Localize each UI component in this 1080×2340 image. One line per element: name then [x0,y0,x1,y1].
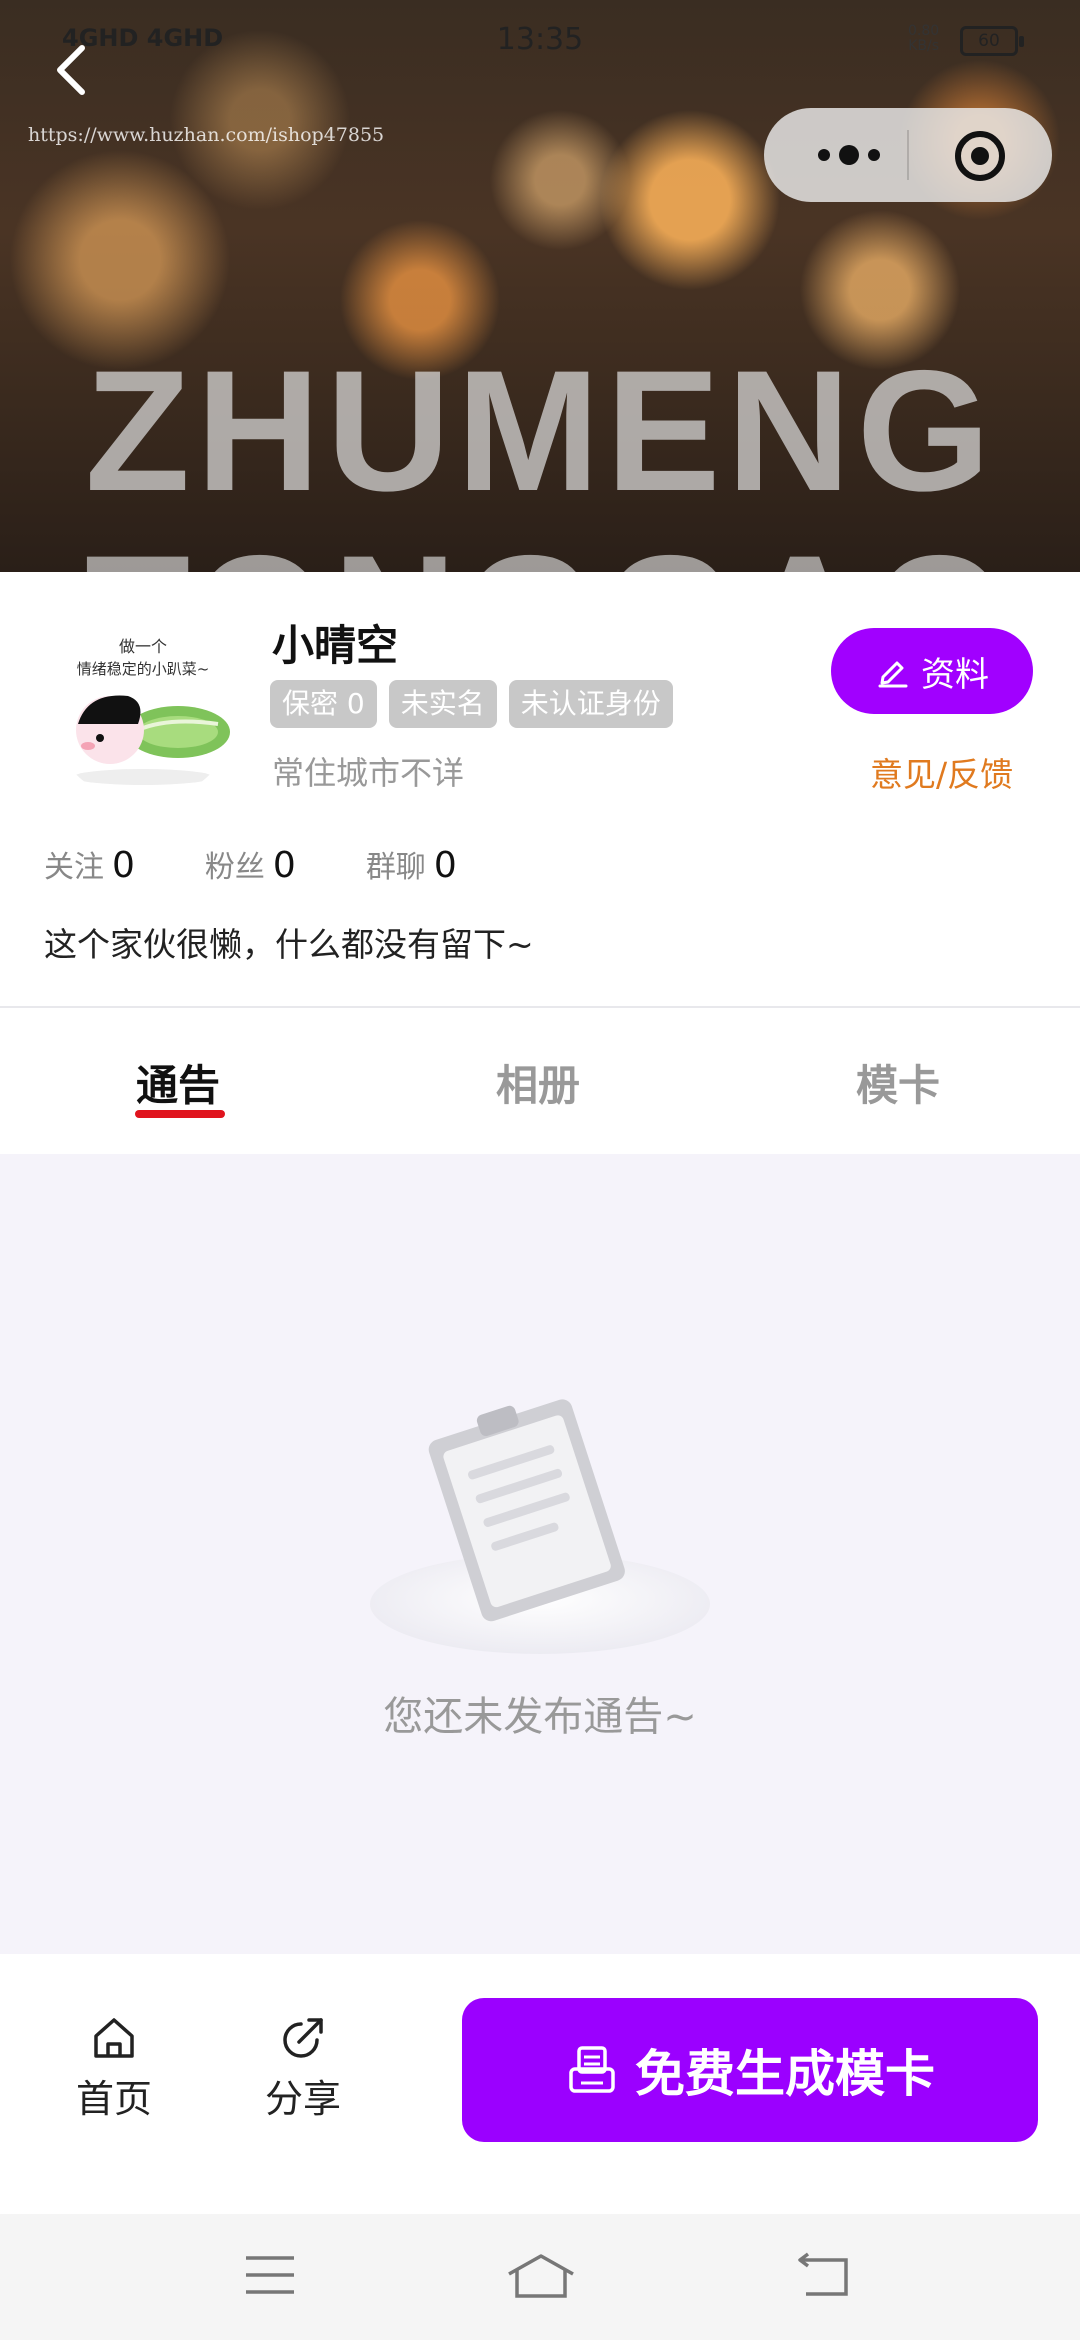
house-outline-icon [508,2254,574,2298]
system-home-button[interactable] [505,2252,577,2306]
pencil-icon [878,661,908,688]
home-icon [94,2018,134,2058]
capsule-divider [907,130,909,180]
banner-background-word-2: TONGGAO [85,530,1013,572]
generate-model-card-button[interactable]: 免费生成模卡 [462,1998,1038,2142]
share-icon [283,2018,323,2058]
tab-announcements[interactable]: 通告 [136,1052,220,1113]
back-button[interactable] [48,40,98,100]
watermark-url: https://www.huzhan.com/ishop47855 [28,124,385,146]
recent-apps-button[interactable] [244,2252,296,2302]
share-label: 分享 [264,2077,341,2121]
stat-group-chats[interactable]: 群聊 0 [366,842,457,886]
tag-unverified-identity: 未认证身份 [508,680,673,728]
profile-section: 做一个 情绪稳定的小趴菜~ 小晴空 保密 0 未实名 未认证身份 常住城市不详 … [0,572,1080,1008]
edit-profile-button[interactable]: 资料 [831,628,1033,714]
stat-label: 粉丝 [204,850,265,885]
active-tab-indicator [135,1110,225,1118]
stat-label: 关注 [44,850,104,885]
edit-profile-label: 资料 [921,654,989,695]
content-tabs: 通告 相册 模卡 [0,1008,1080,1154]
tag-unverified-name: 未实名 [388,680,497,728]
stat-value: 0 [433,845,457,886]
home-button[interactable]: 首页 [54,2014,174,2123]
announcements-panel: 您还未发布通告~ [0,1154,1080,1954]
banner-background-word: ZHUMENG [85,335,997,527]
stat-label: 群聊 [365,850,426,885]
tab-album[interactable]: 相册 [496,1052,580,1113]
system-back-button[interactable] [796,2252,852,2302]
tag-privacy: 保密 0 [270,680,377,728]
avatar[interactable]: 做一个 情绪稳定的小趴菜~ [48,612,238,802]
feedback-link[interactable]: 意见/反馈 [870,748,1013,796]
generate-model-card-label: 免费生成模卡 [635,2045,935,2103]
avatar-illustration: 做一个 情绪稳定的小趴菜~ [73,637,230,785]
profile-banner: ZHUMENG TONGGAO 4GHD 4GHD 13:35 0.80KB/s… [0,0,1080,572]
stat-fans[interactable]: 粉丝 0 [205,842,296,886]
bottom-action-bar: 首页 分享 免费生成模卡 [0,1954,1080,2214]
profile-tags: 保密 0 未实名 未认证身份 [270,680,673,728]
svg-text:情绪稳定的小趴菜~: 情绪稳定的小趴菜~ [77,660,210,678]
tab-model-card[interactable]: 模卡 [856,1052,940,1113]
more-dots-icon [818,145,880,165]
username: 小晴空 [272,621,399,670]
printer-icon [569,2046,615,2093]
target-icon [955,131,1005,181]
status-bar: 4GHD 4GHD 13:35 0.80 KB/s 60 [0,18,1080,68]
empty-state-text: 您还未发布通告~ [383,1694,697,1740]
battery-icon: 60 [960,26,1024,56]
share-button[interactable]: 分享 [243,2014,363,2123]
close-miniprogram-button[interactable] [954,130,1006,182]
stat-value: 0 [112,845,135,886]
profile-stats: 关注 0 粉丝 0 群聊 0 [44,842,457,886]
resident-city: 常住城市不详 [272,754,465,792]
menu-icon [246,2256,294,2294]
system-navigation-bar [0,2214,1080,2340]
network-rate: 0.80 KB/s [908,23,940,54]
chevron-left-icon [57,45,85,95]
home-label: 首页 [75,2077,152,2121]
back-arrow-icon [798,2252,848,2296]
profile-bio: 这个家伙很懒，什么都没有留下~ [44,925,534,964]
stat-following[interactable]: 关注 0 [44,842,135,886]
stat-value: 0 [272,845,296,886]
svg-text:做一个: 做一个 [119,637,167,656]
empty-clipboard-illustration [370,1399,710,1654]
more-button[interactable] [804,108,894,202]
miniprogram-capsule [764,108,1052,202]
